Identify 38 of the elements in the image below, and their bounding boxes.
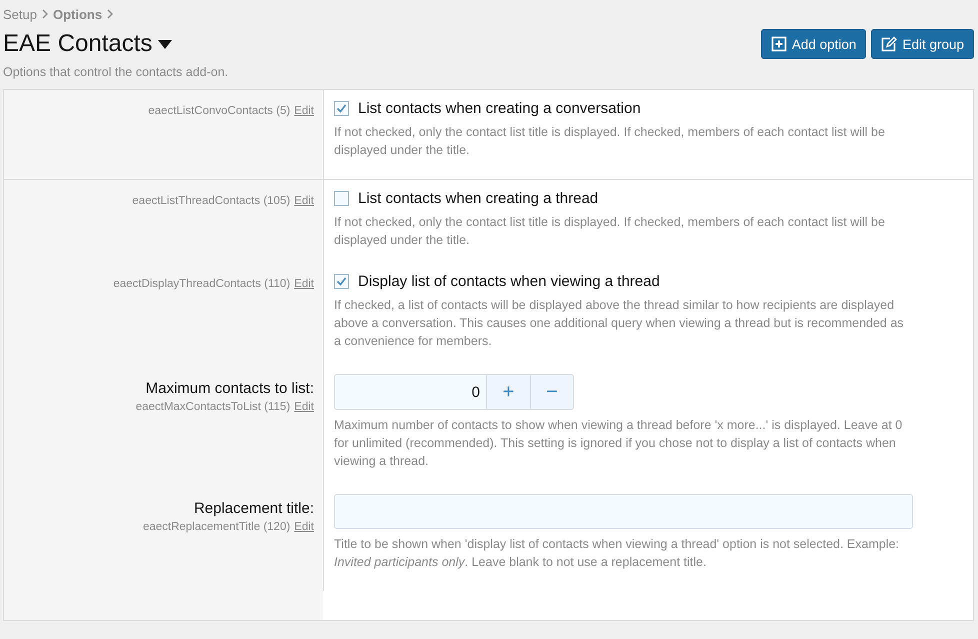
edit-link[interactable]: Edit	[294, 105, 314, 117]
edit-button[interactable]: Edit group	[871, 29, 974, 59]
breadcrumb-link[interactable]: Options	[52, 6, 102, 22]
add-button[interactable]: Add option	[760, 29, 866, 59]
chevron-right-icon	[40, 9, 49, 19]
chevron-right-icon	[106, 9, 114, 19]
checkbox-label[interactable]: Display list of contacts when viewing a thread	[358, 273, 660, 290]
option-explanation: If not checked, only the contact list title is displayed. If checked, members of each contact list will be displayed under the title.	[334, 124, 886, 159]
edit-link[interactable]: Edit	[294, 195, 314, 207]
checkbox-label[interactable]: List contacts when creating a conversation	[358, 100, 641, 117]
edit-link[interactable]: Edit	[294, 401, 314, 413]
checkbox[interactable]	[334, 101, 349, 116]
edit-link[interactable]: Edit	[294, 278, 314, 290]
checkbox-label[interactable]: List contacts when creating a thread	[358, 190, 598, 207]
text-field[interactable]	[334, 494, 913, 529]
option-explanation: Maximum number of contacts to show when viewing a thread before 'x more...' is displayed. Leave at 0 for unlimited (recommended). This setting is ignored if you chose not to display a list of contacts when viewing a thread.	[334, 417, 904, 470]
checkbox[interactable]	[334, 274, 349, 289]
option-title: Maximum contacts to list:	[146, 380, 314, 397]
plus-square-icon	[770, 36, 787, 52]
option-title: Replacement title:	[194, 500, 314, 517]
checkbox[interactable]	[334, 191, 349, 206]
option-explanation: If not checked, only the contact list title is displayed. If checked, members of each contact list will be displayed under the title.	[334, 214, 886, 249]
option-key: eaectMaxContactsToList (115)	[136, 401, 290, 413]
breadcrumb-link[interactable]: Setup	[3, 6, 37, 22]
option-explanation: Title to be shown when 'display list of contacts when viewing a thread' option is not selected. Example: Invited participants only. Leave blank to not use a replacement title.	[334, 536, 900, 571]
increment-button[interactable]: +	[486, 374, 530, 410]
edit-link[interactable]: Edit	[294, 521, 314, 533]
page-title: EAE Contacts	[3, 30, 152, 58]
caret-down-icon[interactable]	[158, 40, 172, 48]
option-key: eaectDisplayThreadContacts (110)	[113, 278, 290, 290]
page-description: Options that control the contacts add-on.	[3, 65, 230, 79]
option-key: eaectReplacementTitle (120)	[142, 521, 290, 533]
decrement-button[interactable]: −	[530, 374, 574, 410]
number-field[interactable]: 0	[334, 374, 486, 410]
pencil-square-icon	[881, 36, 898, 52]
option-key: eaectListThreadContacts (105)	[132, 195, 290, 207]
option-key: eaectListConvoContacts (5)	[148, 105, 290, 117]
option-explanation: If checked, a list of contacts will be displayed above the thread similar to how recipients are displayed above a conversation. This causes one additional query when viewing a thread but is recommended as a convenience for members.	[334, 297, 905, 350]
